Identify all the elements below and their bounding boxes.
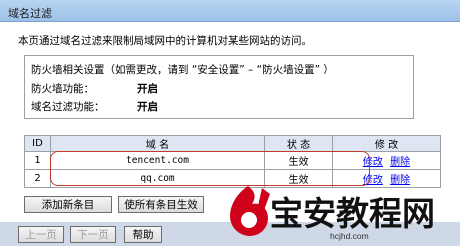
header-edit: 修 改	[332, 135, 441, 152]
header-status: 状 态	[264, 135, 333, 152]
prev-page-button[interactable]: 上一页	[18, 226, 64, 243]
firewall-heading: 防火墙相关设置（如需更改，请到 “安全设置” – “防火墙设置” ）	[31, 64, 334, 76]
row-actions: 修改 删除	[332, 151, 441, 170]
firewall-label: 防火墙功能：	[31, 83, 94, 95]
domain-filter-value: 开启	[137, 101, 158, 113]
row-status: 生效	[264, 151, 333, 170]
window-title: 域名过滤	[8, 7, 52, 20]
delete-link[interactable]: 删除	[390, 175, 410, 186]
firewall-value: 开启	[137, 83, 158, 95]
row-id: 2	[24, 169, 51, 188]
watermark-name: 宝安教程网	[270, 194, 435, 233]
row-id: 1	[24, 151, 51, 170]
delete-link[interactable]: 删除	[390, 157, 410, 168]
domain-filter-label: 域名过滤功能：	[31, 101, 105, 113]
table-row: 1 tencent.com 生效 修改 删除	[24, 151, 441, 170]
add-entry-button[interactable]: 添加新条目	[24, 196, 112, 213]
intro-text: 本页通过域名过滤来限制局域网中的计算机对某些网站的访问。	[18, 35, 312, 47]
row-actions: 修改 删除	[332, 169, 441, 188]
next-page-button[interactable]: 下一页	[70, 226, 116, 243]
help-button[interactable]: 帮助	[124, 226, 162, 243]
watermark-url: hcjhd.com	[330, 231, 369, 241]
edit-link[interactable]: 修改	[363, 175, 383, 186]
header-id: ID	[24, 135, 51, 152]
table-header-row: ID 域 名 状 态 修 改	[24, 135, 441, 152]
edit-link[interactable]: 修改	[363, 157, 383, 168]
header-domain: 域 名	[50, 135, 265, 152]
firewall-settings-box: 防火墙相关设置（如需更改，请到 “安全设置” – “防火墙设置” ） 防火墙功能…	[24, 55, 414, 119]
title-bar: 域名过滤	[0, 0, 460, 22]
enable-all-button[interactable]: 使所有条目生效	[118, 196, 204, 213]
row-domain: tencent.com	[50, 151, 265, 170]
watermark-logo-icon	[230, 186, 270, 236]
